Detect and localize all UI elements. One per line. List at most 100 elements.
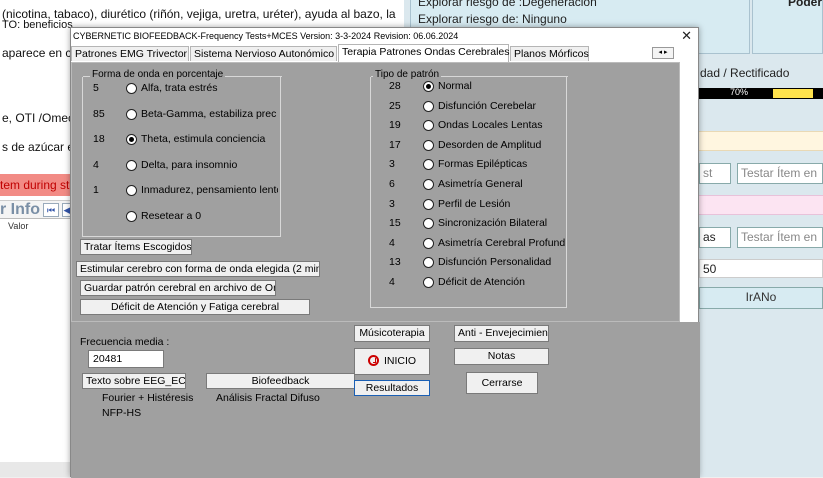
as-button[interactable]: as <box>699 227 731 248</box>
value-number: 3 <box>389 158 395 171</box>
radio-label: Beta-Gamma, estabiliza prec <box>141 107 277 120</box>
tab-ondas-cerebrales[interactable]: Terapia Patrones Ondas Cerebrales <box>338 44 510 62</box>
pattern-option[interactable]: 28 Normal <box>389 80 567 94</box>
bg-text-line: s de azúcar e <box>2 140 75 154</box>
radio-label: Formas Epilépticas <box>438 158 528 171</box>
risk-text: Explorar riesgo de: Ninguno <box>418 12 567 26</box>
radio-label: Sincronización Bilateral <box>438 217 548 230</box>
radio-label: Asimetría Cerebral Profund <box>438 236 566 249</box>
wave-option[interactable]: 18 Theta, estimula conciencia <box>93 133 278 147</box>
radio-label: Disfunción Personalidad <box>438 256 552 269</box>
radio-button[interactable] <box>423 179 434 190</box>
pattern-option[interactable]: 19 Ondas Locales Lentas <box>389 119 567 133</box>
radio-label: Ondas Locales Lentas <box>438 119 543 132</box>
value-number: 15 <box>389 217 401 230</box>
data-grid[interactable]: r Info ⏮ ◀ Valor <box>0 200 72 462</box>
pattern-option[interactable]: 25 Disfunción Cerebelar <box>389 100 567 114</box>
close-icon[interactable]: ✕ <box>681 28 692 44</box>
estimular-cerebro-button[interactable]: Estimular cerebro con forma de onda eleg… <box>76 261 320 277</box>
wave-option[interactable]: 4 Delta, para insomnio <box>93 159 278 173</box>
window-title: CYBERNETIC BIOFEEDBACK-Frequency Tests+M… <box>73 31 459 41</box>
pattern-option[interactable]: 3 Formas Epilépticas <box>389 158 567 172</box>
iranno-button[interactable]: IrANo <box>699 287 823 309</box>
deficit-atencion-button[interactable]: Déficit de Atención y Fatiga cerebral <box>80 299 310 315</box>
pattern-group: Tipo de patrón 28 Normal 25 Disfunción Cere… <box>370 69 568 308</box>
pattern-option[interactable]: 4 Déficit de Atención <box>389 276 567 290</box>
radio-button[interactable] <box>423 218 434 230</box>
tratar-items-button[interactable]: Tratar Ítems Escogidos <box>80 239 192 255</box>
wave-option[interactable]: 5 Alfa, trata estrés <box>93 82 278 96</box>
radio-button[interactable] <box>423 237 434 249</box>
value-field[interactable]: 50 <box>699 259 823 278</box>
guardar-patron-button[interactable]: Guardar patrón cerebral en archivo de Or… <box>80 280 276 296</box>
anti-envejecimiento-button[interactable]: Anti - Envejecimiento <box>454 325 549 342</box>
inicio-button[interactable]: INICIO <box>354 348 430 375</box>
value-number: 5 <box>93 82 99 94</box>
title-bar: CYBERNETIC BIOFEEDBACK-Frequency Tests+M… <box>71 28 698 44</box>
fractal-label: Análisis Fractal Difuso <box>216 392 320 404</box>
tab-planos-morficos[interactable]: Planos Mórficos <box>510 46 589 61</box>
radio-label: Resetear a 0 <box>141 210 202 222</box>
pattern-option[interactable]: 3 Perfil de Lesión <box>389 198 567 212</box>
tab-emg-trivector[interactable]: Patrones EMG Trivector <box>71 46 189 61</box>
bg-text-line: TO: beneficios <box>2 19 73 31</box>
cerrarse-button[interactable]: Cerrarse <box>466 372 538 394</box>
pattern-option[interactable]: 6 Asimetría General <box>389 178 567 192</box>
value-number: 13 <box>389 256 401 269</box>
radio-button[interactable] <box>423 139 434 151</box>
radio-button[interactable] <box>423 257 434 269</box>
red-status-bar: tem during st <box>0 174 72 196</box>
value-number: 19 <box>389 119 401 132</box>
radio-button[interactable] <box>423 159 434 171</box>
texto-eeg-button[interactable]: Texto sobre EEG_ECG <box>82 373 186 389</box>
st-button[interactable]: st <box>699 163 731 184</box>
notas-button[interactable]: Notas <box>454 348 549 365</box>
inicio-label: INICIO <box>383 355 417 367</box>
radio-button[interactable] <box>126 134 137 146</box>
radio-button[interactable] <box>126 108 137 120</box>
value-number: 3 <box>389 197 395 210</box>
value-number: 18 <box>93 133 105 146</box>
musicoterapia-button[interactable]: Músicoterapia <box>354 325 430 342</box>
radio-button[interactable] <box>423 120 434 132</box>
radio-label: Normal <box>438 80 472 92</box>
wave-option[interactable]: Resetear a 0 <box>93 210 278 224</box>
frecuencia-field[interactable]: 20481 <box>88 350 164 368</box>
tab-bar: Patrones EMG Trivector Sistema Nervioso … <box>71 44 698 62</box>
tab-sistema-nervioso[interactable]: Sistema Nervioso Autonómico <box>190 46 337 61</box>
fourier-label: Fourier + Histéresis <box>102 392 194 404</box>
radio-button[interactable] <box>126 211 137 222</box>
value-number: 4 <box>93 158 99 171</box>
resultados-button[interactable]: Resultados <box>354 380 430 396</box>
radio-button[interactable] <box>423 100 434 112</box>
radio-button[interactable] <box>126 159 137 171</box>
scrollbar[interactable] <box>0 462 72 477</box>
radio-button[interactable] <box>423 198 434 210</box>
wave-option[interactable]: 1 Inmadurez, pensamiento lentc <box>93 184 278 198</box>
radio-button[interactable] <box>423 81 434 92</box>
clock-icon <box>367 355 379 366</box>
lower-panel: Frecuencia media : 20481 Texto sobre EEG… <box>71 322 700 478</box>
value-number: 6 <box>389 178 395 190</box>
pattern-option[interactable]: 17 Desorden de Amplitud <box>389 139 567 153</box>
radio-button[interactable] <box>126 185 137 197</box>
info-label: r Info <box>0 201 40 218</box>
bg-text-line: aparece en c <box>2 46 72 60</box>
wave-option[interactable]: 85 Beta-Gamma, estabiliza prec <box>93 108 278 122</box>
rectificado-label: dad / Rectificado <box>700 66 790 80</box>
radio-button[interactable] <box>423 277 434 288</box>
pattern-group-title: Tipo de patrón <box>373 69 442 80</box>
pattern-option[interactable]: 13 Disfunción Personalidad <box>389 256 567 270</box>
pattern-option[interactable]: 15 Sincronización Bilateral <box>389 217 567 231</box>
radio-label: Desorden de Amplitud <box>438 138 542 151</box>
first-record-icon[interactable]: ⏮ <box>43 203 59 217</box>
biofeedback-button[interactable]: Biofeedback <box>206 373 355 389</box>
pattern-option[interactable]: 4 Asimetría Cerebral Profund <box>389 237 567 251</box>
radio-label: Inmadurez, pensamiento lentc <box>141 184 278 197</box>
testar-item-button[interactable]: Testar Ítem en <box>737 163 823 184</box>
tab-scroll-arrows-icon[interactable]: ◂ ▸ <box>652 47 674 59</box>
progress-fill <box>773 89 813 98</box>
progress-label: 70% <box>730 87 749 97</box>
radio-button[interactable] <box>126 83 137 94</box>
testar-item-button[interactable]: Testar Ítem en <box>737 227 823 248</box>
